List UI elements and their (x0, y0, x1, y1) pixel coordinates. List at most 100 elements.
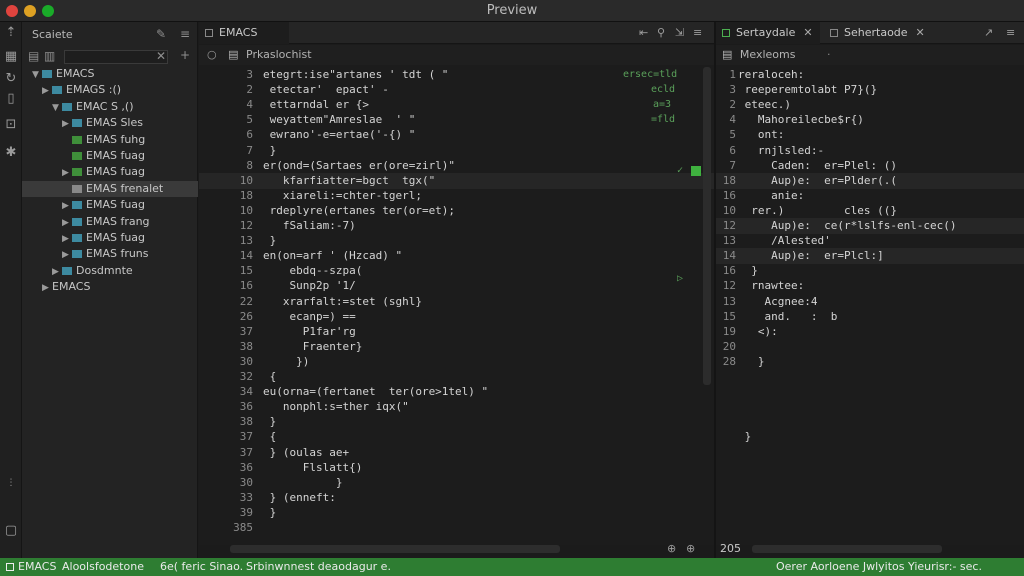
collapse-icon[interactable]: ▥ (44, 49, 55, 63)
code-line[interactable]: 385 (199, 520, 714, 536)
code-line[interactable]: 38 Fraenter} (199, 339, 714, 355)
split-icon[interactable]: ↗ (984, 26, 993, 39)
split-icon[interactable]: ⇤ (639, 26, 648, 39)
debug-icon[interactable]: ⊡ (3, 116, 19, 134)
code-line[interactable]: 16 anie: (716, 188, 1024, 204)
code-line[interactable]: 28 } (716, 354, 1024, 370)
code-line[interactable]: 7 } (199, 143, 714, 159)
code-line[interactable]: 5 weyattem"Amreslae ' " (199, 112, 714, 128)
tree-item[interactable]: EMAS fuag (22, 148, 198, 164)
horizontal-scrollbar[interactable] (230, 545, 560, 553)
settings-icon[interactable]: ✱ (3, 144, 19, 162)
code-line[interactable]: 37 { (199, 429, 714, 445)
chevron-right-icon[interactable]: ▶ (42, 83, 52, 99)
tree-item[interactable]: EMAS frenalet (22, 180, 198, 197)
code-line[interactable]: 16 } (716, 263, 1024, 279)
code-line[interactable]: 10 rdeplyre(ertanes ter(or=et); (199, 203, 714, 219)
code-line[interactable]: 18 xiareli:=chter-tgerl; (199, 188, 714, 204)
files-icon[interactable]: ▦ (3, 48, 19, 66)
code-line[interactable]: 13 Acgnee:4 (716, 294, 1024, 310)
code-line[interactable]: 5 ont: (716, 127, 1024, 143)
code-line[interactable]: 12 rnawtee: (716, 278, 1024, 294)
code-line[interactable]: 34 eu(orna=(fertanet ter(ore>1tel) " (199, 384, 714, 400)
add-icon[interactable]: + (180, 48, 190, 62)
git-change-indicator[interactable] (691, 166, 701, 176)
tree-item[interactable]: ▶ EMAS fuag (22, 197, 198, 213)
tree-toggle-icon[interactable]: ▤ (28, 49, 39, 63)
status-branch[interactable]: EMACS (6, 558, 56, 576)
more-icon[interactable]: ≡ (693, 26, 702, 39)
code-line[interactable]: 12 fSaliam:-7) (199, 218, 714, 234)
code-line[interactable]: 22 xrarfalt:=stet (sghl} (199, 294, 714, 310)
code-line[interactable]: 30 } (199, 475, 714, 491)
chevron-right-icon[interactable]: ▶ (62, 198, 72, 214)
tab-emacs[interactable]: EMACS (199, 22, 289, 44)
status-item-3[interactable]: 6e( feric Sinao. (160, 558, 243, 576)
code-line[interactable]: 6 rnjlsled:- (716, 143, 1024, 159)
code-line[interactable]: 26 ecanp=) == (199, 309, 714, 325)
chevron-right-icon[interactable]: ▶ (62, 165, 72, 181)
chevron-right-icon[interactable]: ▶ (42, 280, 52, 296)
code-line[interactable]: 30 }) (199, 354, 714, 370)
horizontal-scrollbar-right[interactable] (752, 545, 942, 553)
status-item-2[interactable]: Aloolsfodetone (62, 558, 144, 576)
fold-icon[interactable]: ▷ (677, 273, 683, 284)
tree-item[interactable]: EMAS fuhg (22, 132, 198, 148)
tree-item[interactable]: ▶ EMACS (22, 279, 198, 295)
code-line[interactable]: 20 (716, 339, 1024, 355)
code-line[interactable]: 18 Aup)e: er=Plder(.( (716, 172, 1024, 189)
chevron-down-icon[interactable]: ▼ (32, 67, 42, 83)
code-line[interactable]: 7 Caden: er=Plel: () (716, 158, 1024, 174)
tree-item[interactable]: ▶ EMAS frang (22, 214, 198, 230)
close-search-icon[interactable]: ✕ (156, 49, 166, 63)
chevron-right-icon[interactable]: ▶ (62, 231, 72, 247)
tree-item[interactable]: ▶ EMAS fuag (22, 164, 198, 180)
code-line[interactable]: 19 <): (716, 324, 1024, 340)
tree-item[interactable]: ▶ EMAS fruns (22, 246, 198, 262)
code-line[interactable]: 33 } (enneft: (199, 490, 714, 506)
code-line[interactable]: 1 reraloceh: (716, 67, 1024, 83)
more-icon[interactable]: ≡ (1006, 26, 1015, 39)
code-line[interactable]: 16 Sunp2p '1/ (199, 278, 714, 294)
left-editor[interactable]: 3 etegrt:ise"artanes ' tdt ( " 2 etectar' … (199, 65, 714, 545)
code-line[interactable]: 8 er(ond=(Sartaes er(ore=zirl)" (199, 158, 714, 174)
menu-icon[interactable]: ≡ (180, 27, 190, 41)
arrow-up-icon[interactable]: ⇡ (3, 24, 19, 42)
tab-sehertaode[interactable]: Sehertaode ✕ (824, 22, 934, 44)
code-line[interactable]: 10 rer.) cles ((} (716, 203, 1024, 219)
code-line[interactable]: 13 } (199, 233, 714, 249)
sync-icon[interactable]: ⊕ (686, 542, 695, 555)
right-editor[interactable]: 1 reraloceh: 3 reeperemtolabt P7}(} 2 eteec… (716, 65, 1024, 545)
chevron-right-icon[interactable]: ▶ (62, 215, 72, 231)
tree-item[interactable]: ▶ EMAGS :() (22, 82, 198, 98)
code-line[interactable]: 37 } (oulas ae+ (199, 445, 714, 461)
code-line[interactable]: 2 etectar' epact' - (199, 82, 714, 98)
code-line[interactable]: 38 } (199, 414, 714, 430)
status-item-4[interactable]: Srbinwnnest deaodagur e. (246, 558, 391, 576)
refresh-icon[interactable]: ↻ (3, 70, 19, 88)
code-line[interactable] (716, 384, 1024, 400)
chevron-right-icon[interactable]: ▶ (62, 116, 72, 132)
code-line[interactable]: 4 Mahoreilecbe$r{) (716, 112, 1024, 128)
accounts-icon[interactable]: ⋮ (3, 474, 19, 492)
search-input[interactable] (64, 50, 168, 64)
code-line[interactable]: 32 { (199, 369, 714, 385)
document-icon[interactable]: ▯ (3, 90, 19, 108)
close-icon[interactable]: ✕ (803, 26, 812, 39)
code-line[interactable]: 12 Aup)e: ce(r*lslfs-enl-cec() (716, 218, 1024, 234)
code-line[interactable]: 14 Aup)e: er=Plcl:] (716, 248, 1024, 265)
code-line[interactable]: 6 ewrano'-e=ertae('-{) " (199, 127, 714, 143)
code-line[interactable]: } (716, 429, 1024, 445)
code-line[interactable]: 14 en(on=arf ' (Hzcad) " (199, 248, 714, 264)
code-line[interactable]: 15 ebdq--szpa( (199, 263, 714, 279)
code-line[interactable]: 4 ettarndal er {> (199, 97, 714, 113)
code-line[interactable]: 15 and. : b (716, 309, 1024, 325)
code-line[interactable] (716, 399, 1024, 415)
vertical-scrollbar[interactable] (703, 67, 711, 385)
code-line[interactable]: 37 P1far'rg (199, 324, 714, 340)
tree-item[interactable]: ▼ EMAC S ,() (22, 99, 198, 115)
code-line[interactable]: 3 reeperemtolabt P7}(} (716, 82, 1024, 98)
code-line[interactable]: 36 nonphl:s=ther iqx(" (199, 399, 714, 415)
tree-item[interactable]: ▶ EMAS fuag (22, 230, 198, 246)
chevron-right-icon[interactable]: ▶ (62, 247, 72, 263)
